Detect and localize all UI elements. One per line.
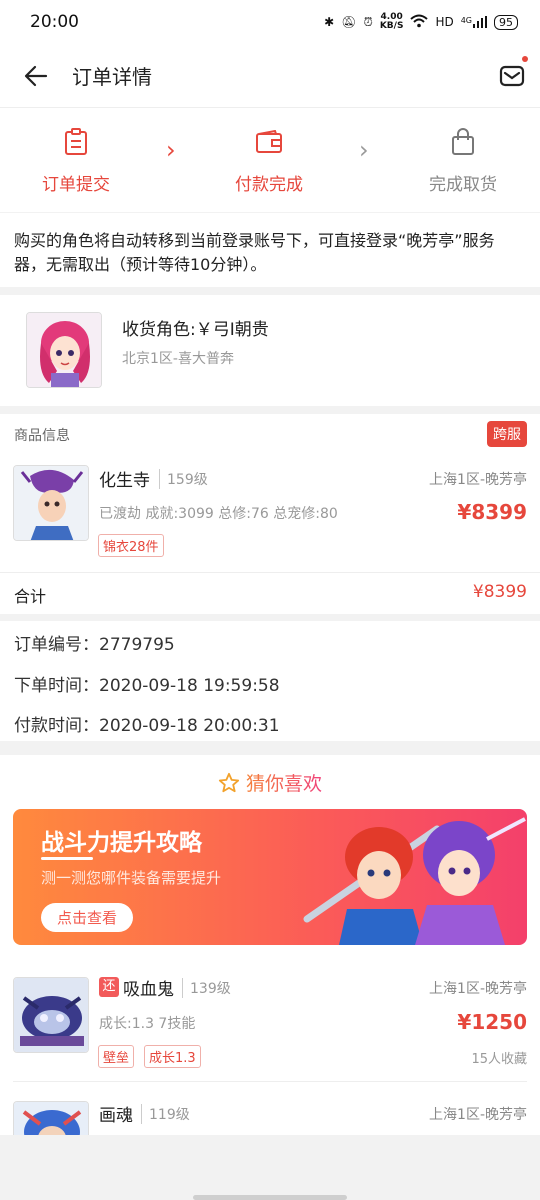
cross-server-badge: 跨服 bbox=[487, 421, 527, 447]
receiver-card: 收货角色:￥弓I朝贵 北京1区-喜大普奔 bbox=[0, 295, 540, 406]
receiver-name: 收货角色:￥弓I朝贵 bbox=[122, 320, 269, 340]
order-info: 订单编号：2779795 下单时间：2020-09-18 19:59:58 付款… bbox=[0, 621, 540, 741]
list-item[interactable]: 还 吸血鬼 139级 上海1区-晚芳亭 成长:1.3 7技能 ¥1250 壁垒 … bbox=[0, 975, 540, 1081]
order-paid-time: 付款时间：2020-09-18 20:00:31 bbox=[14, 716, 280, 736]
status-bar: 20:00 ✱ 🔕︎ ⏰︎ 4.00 KB/S HD 4G 95 bbox=[0, 0, 540, 44]
banner-characters-image bbox=[303, 817, 526, 945]
item-level: 119级 bbox=[141, 1104, 190, 1124]
product-price: ¥8399 bbox=[457, 500, 527, 524]
order-number: 订单编号：2779795 bbox=[14, 635, 175, 655]
chevron-right-icon: › bbox=[359, 136, 369, 164]
goods-card: 商品信息 跨服 化生寺 159级 上海1区-晚芳亭 已渡劫 成就:3099 总修… bbox=[0, 414, 540, 614]
item-name: 画魂 bbox=[99, 1106, 133, 1126]
product-level: 159级 bbox=[159, 469, 208, 489]
bluetooth-icon: ✱ bbox=[324, 15, 335, 29]
step-submitted: 订单提交 bbox=[0, 126, 156, 195]
status-icons: ✱ 🔕︎ ⏰︎ 4.00 KB/S HD 4G 95 bbox=[324, 13, 518, 31]
item-fav-count: 15人收藏 bbox=[471, 1052, 527, 1067]
item-server: 上海1区-晚芳亭 bbox=[429, 981, 527, 997]
star-icon bbox=[218, 772, 240, 792]
product-desc: 已渡劫 成就:3099 总修:76 总宠修:80 bbox=[99, 506, 338, 522]
section-label: 商品信息 bbox=[14, 428, 70, 444]
clipboard-icon bbox=[0, 126, 156, 158]
back-arrow-icon bbox=[24, 65, 48, 86]
promo-banner[interactable]: 战斗力提升攻略 测一测您哪件装备需要提升 点击查看 bbox=[13, 809, 527, 945]
step-paid: 付款完成 bbox=[189, 126, 349, 195]
bottom-area bbox=[0, 1135, 540, 1200]
wallet-icon bbox=[189, 126, 349, 158]
total-label: 合计 bbox=[14, 587, 47, 606]
total-value: ¥8399 bbox=[472, 582, 527, 602]
back-button[interactable] bbox=[0, 44, 72, 108]
step-label: 完成取货 bbox=[429, 175, 497, 195]
product-tag: 锦衣28件 bbox=[98, 534, 164, 557]
hd-label: HD bbox=[435, 15, 454, 29]
message-button[interactable] bbox=[484, 44, 540, 108]
divider bbox=[13, 1081, 527, 1082]
item-server: 上海1区-晚芳亭 bbox=[429, 1107, 527, 1123]
receiver-avatar bbox=[26, 312, 102, 388]
mute-icon: 🔕︎ bbox=[341, 15, 357, 29]
banner-underline bbox=[41, 857, 93, 860]
item-tag: 壁垒 bbox=[98, 1045, 135, 1068]
item-avatar bbox=[13, 1101, 89, 1135]
step-label: 订单提交 bbox=[42, 175, 110, 195]
return-badge: 还 bbox=[99, 977, 119, 997]
item-desc: 成长:1.3 7技能 bbox=[99, 1016, 196, 1032]
status-time: 20:00 bbox=[30, 12, 79, 32]
recommend-section: 猜你喜欢 战斗力提升攻略 测一测您哪件装备需要提升 点击查看 还 吸血鬼 139… bbox=[0, 755, 540, 1135]
home-indicator[interactable] bbox=[193, 1195, 347, 1200]
transfer-notice: 购买的角色将自动转移到当前登录账号下，可直接登录“晚芳亭”服务器，无需取出（预计… bbox=[0, 213, 540, 287]
recommend-title: 猜你喜欢 bbox=[0, 769, 540, 796]
top-nav: 订单详情 bbox=[0, 44, 540, 108]
banner-subtitle: 测一测您哪件装备需要提升 bbox=[41, 869, 222, 887]
wifi-icon bbox=[410, 14, 429, 31]
item-name: 吸血鬼 bbox=[123, 980, 174, 1000]
bag-icon bbox=[383, 126, 540, 158]
page-title: 订单详情 bbox=[72, 65, 152, 89]
step-picked-up: 完成取货 bbox=[383, 126, 540, 195]
item-tag: 成长1.3 bbox=[144, 1045, 201, 1068]
product-name: 化生寺 bbox=[99, 471, 150, 491]
net-speed: 4.00 KB/S bbox=[379, 12, 404, 31]
battery-icon: 95 bbox=[494, 14, 518, 30]
notification-dot bbox=[522, 55, 528, 62]
order-progress: 订单提交 › 付款完成 › 完成取货 bbox=[0, 108, 540, 212]
product-avatar[interactable] bbox=[13, 465, 89, 541]
order-placed-time: 下单时间：2020-09-18 19:59:58 bbox=[14, 676, 280, 696]
mail-icon bbox=[499, 65, 525, 86]
product-server: 上海1区-晚芳亭 bbox=[429, 472, 527, 488]
item-avatar bbox=[13, 977, 89, 1053]
banner-button[interactable]: 点击查看 bbox=[41, 903, 134, 932]
list-item[interactable]: 画魂 119级 上海1区-晚芳亭 bbox=[0, 1101, 540, 1135]
signal-icon: 4G bbox=[461, 16, 487, 28]
alarm-icon: ⏰︎ bbox=[363, 14, 373, 29]
total-row: 合计 ¥8399 bbox=[0, 572, 540, 614]
chevron-right-icon: › bbox=[166, 136, 176, 164]
item-level: 139级 bbox=[182, 978, 231, 998]
step-label: 付款完成 bbox=[235, 175, 303, 195]
receiver-server: 北京1区-喜大普奔 bbox=[122, 351, 234, 367]
item-price: ¥1250 bbox=[457, 1010, 527, 1034]
banner-title: 战斗力提升攻略 bbox=[41, 830, 202, 856]
